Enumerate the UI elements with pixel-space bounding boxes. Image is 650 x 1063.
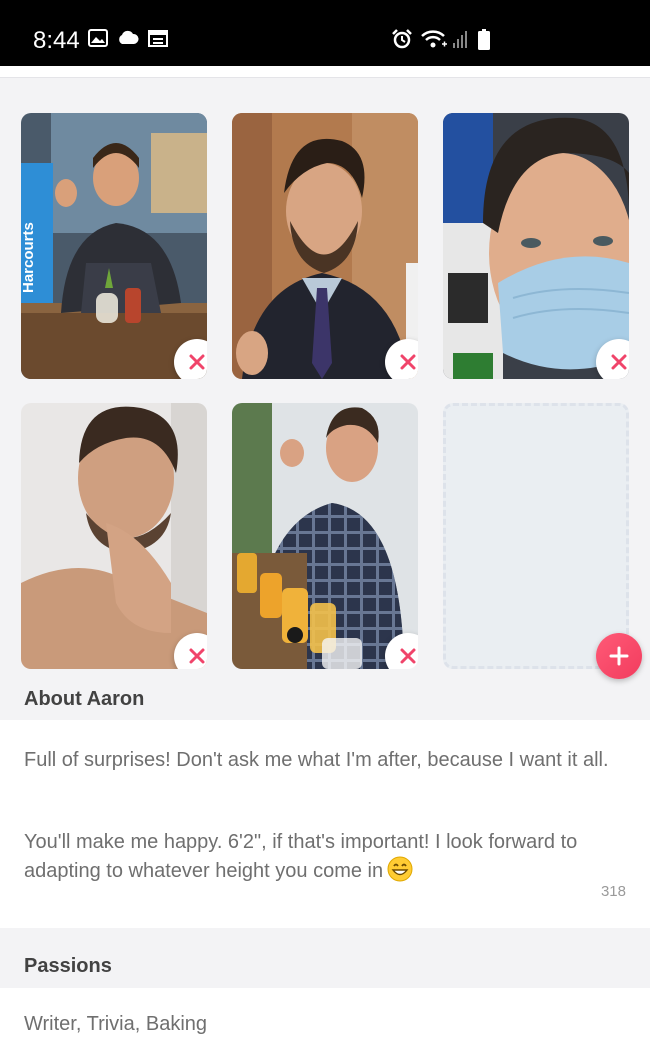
signal-icon [453, 31, 467, 48]
about-paragraph-2: You'll make me happy. 6'2", if that's im… [24, 829, 624, 885]
profile-photo-3 [443, 113, 629, 379]
photo-card-3[interactable] [443, 113, 629, 379]
about-textarea[interactable]: Full of surprises! Don't ask me what I'm… [0, 720, 650, 928]
about-header: About Aaron [24, 688, 145, 710]
add-photo-button[interactable] [596, 633, 642, 679]
about-paragraph-2-text: You'll make me happy. 6'2", if that's im… [24, 831, 578, 882]
profile-photo-4 [21, 403, 207, 669]
about-paragraph-1: Full of surprises! Don't ask me what I'm… [24, 749, 609, 771]
photo-card-5[interactable] [232, 403, 418, 669]
passions-field[interactable]: Writer, Trivia, Baking [0, 988, 650, 1063]
passions-value: Writer, Trivia, Baking [24, 1013, 208, 1035]
calendar-icon [148, 30, 168, 47]
close-icon [400, 354, 416, 370]
grinning-face-icon [387, 856, 413, 882]
photo-card-1[interactable]: Harcourts [21, 113, 207, 379]
status-time: 8:44 [33, 27, 80, 54]
plus-icon [609, 646, 629, 666]
photo-card-2[interactable] [232, 113, 418, 379]
battery-icon [478, 29, 490, 50]
profile-photo-5 [232, 403, 418, 669]
photo-card-4[interactable] [21, 403, 207, 669]
alarm-icon [392, 29, 412, 49]
passions-header: Passions [24, 955, 112, 977]
close-icon [189, 648, 205, 664]
character-count: 318 [600, 883, 626, 900]
empty-photo-slot[interactable] [443, 403, 629, 669]
status-bar: 8:44 [0, 0, 650, 66]
sign-text: Harcourts [21, 222, 37, 293]
close-icon [611, 354, 627, 370]
cloud-icon [119, 30, 139, 44]
profile-photo-1: Harcourts [21, 113, 207, 379]
header-divider [0, 66, 650, 78]
profile-photo-2 [232, 113, 418, 379]
close-icon [400, 648, 416, 664]
image-icon [88, 29, 108, 47]
wifi-icon [421, 30, 447, 48]
close-icon [189, 354, 205, 370]
